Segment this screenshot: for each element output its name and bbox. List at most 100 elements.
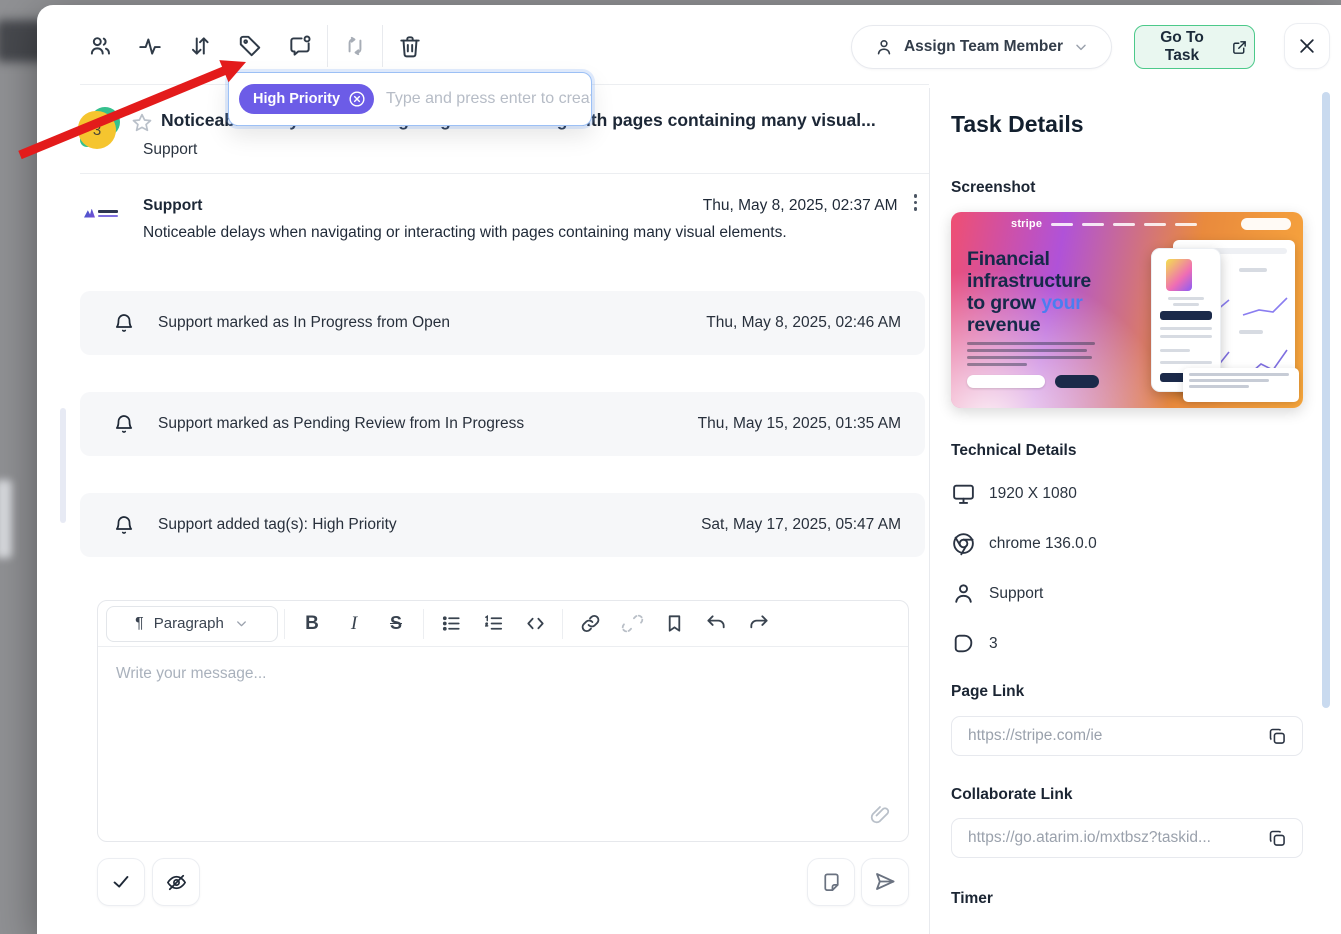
person-icon bbox=[874, 37, 894, 57]
sort-arrows-icon bbox=[187, 33, 213, 59]
user-icon bbox=[951, 581, 976, 606]
task-screenshot-preview[interactable]: stripe Financial infrastructure to grow … bbox=[951, 212, 1303, 408]
tag-button[interactable] bbox=[225, 24, 275, 68]
backdrop-light-element bbox=[0, 480, 12, 558]
resolve-button[interactable] bbox=[97, 858, 145, 906]
copy-collaborate-link-button[interactable] bbox=[1265, 826, 1290, 851]
bold-button[interactable]: B bbox=[292, 606, 332, 642]
technical-details-label: Technical Details bbox=[951, 442, 1076, 460]
notification-text: Support marked as Pending Review from In… bbox=[158, 415, 698, 433]
monitor-icon bbox=[951, 481, 976, 506]
message-placeholder: Write your message... bbox=[116, 665, 266, 683]
task-author: Support bbox=[143, 141, 197, 159]
bell-icon bbox=[112, 513, 136, 537]
hero-start-button bbox=[1055, 375, 1099, 388]
undo-button[interactable] bbox=[696, 606, 736, 642]
task-details-panel: Task Details Screenshot stripe Financial… bbox=[930, 5, 1341, 934]
collaborate-link-input[interactable]: https://go.atarim.io/mxtbsz?taskid... bbox=[951, 818, 1303, 858]
swap-button bbox=[330, 24, 380, 68]
code-button[interactable] bbox=[515, 606, 555, 642]
star-icon bbox=[130, 111, 154, 135]
company-logo-icon bbox=[84, 209, 95, 218]
pilcrow-icon: ¶ bbox=[135, 615, 144, 633]
notification-text: Support added tag(s): High Priority bbox=[158, 516, 701, 534]
toolbar-separator bbox=[327, 25, 328, 67]
bookmark-button[interactable] bbox=[654, 606, 694, 642]
sticky-note-icon bbox=[820, 871, 843, 894]
notification-text: Support marked as In Progress from Open bbox=[158, 314, 706, 332]
collaborate-link-label: Collaborate Link bbox=[951, 786, 1072, 804]
send-icon bbox=[873, 870, 897, 894]
circle-x-icon bbox=[347, 89, 367, 109]
paragraph-style-dropdown[interactable]: ¶ Paragraph bbox=[106, 606, 278, 642]
hero-paragraph-lines bbox=[967, 342, 1095, 366]
page-link-input[interactable]: https://stripe.com/ie bbox=[951, 716, 1303, 756]
collaborators-button[interactable] bbox=[75, 24, 125, 68]
bookmark-icon bbox=[663, 612, 686, 635]
strikethrough-button[interactable]: S bbox=[376, 606, 416, 642]
copy-icon bbox=[1267, 726, 1288, 747]
copy-page-link-button[interactable] bbox=[1265, 724, 1290, 749]
delete-task-button[interactable] bbox=[385, 24, 435, 68]
sidebar-scrollbar-thumb[interactable] bbox=[1322, 92, 1330, 708]
chevron-down-icon bbox=[234, 616, 249, 631]
check-icon bbox=[110, 871, 132, 893]
task-toolbar bbox=[75, 22, 435, 70]
comment-message: Noticeable delays when navigating or int… bbox=[143, 224, 919, 242]
tag-chip: High Priority bbox=[239, 84, 374, 114]
page-link-value: https://stripe.com/ie bbox=[968, 727, 1265, 745]
redo-button[interactable] bbox=[738, 606, 778, 642]
favorite-star-button[interactable] bbox=[130, 111, 154, 135]
unlink-icon bbox=[621, 612, 644, 635]
activity-button[interactable] bbox=[125, 24, 175, 68]
eye-off-icon bbox=[165, 871, 188, 894]
comment-status-button[interactable] bbox=[275, 24, 325, 68]
link-button[interactable] bbox=[570, 606, 610, 642]
bell-icon bbox=[112, 311, 136, 335]
italic-button[interactable]: I bbox=[334, 606, 374, 642]
editor-toolbar: ¶ Paragraph B I S bbox=[98, 601, 908, 647]
comment-timestamp: Thu, May 8, 2025, 02:37 AM bbox=[703, 190, 898, 215]
notification-row: Support marked as Pending Review from In… bbox=[80, 392, 925, 456]
unlink-button[interactable] bbox=[612, 606, 652, 642]
hero-navbar: stripe bbox=[951, 212, 1303, 236]
reporter-value: Support bbox=[989, 585, 1043, 603]
chrome-icon bbox=[951, 531, 976, 556]
notification-time: Thu, May 8, 2025, 02:46 AM bbox=[706, 314, 901, 332]
stripe-logo: stripe bbox=[1011, 218, 1042, 230]
send-button[interactable] bbox=[861, 858, 909, 906]
bullet-list-icon bbox=[440, 612, 463, 635]
paperclip-icon bbox=[868, 803, 892, 827]
browser-row: chrome 136.0.0 bbox=[951, 531, 1097, 556]
collaborate-link-value: https://go.atarim.io/mxtbsz?taskid... bbox=[968, 829, 1265, 847]
sort-button[interactable] bbox=[175, 24, 225, 68]
attach-file-button[interactable] bbox=[868, 803, 892, 827]
tag-chip-label: High Priority bbox=[253, 91, 340, 107]
tag-input-popup[interactable]: High Priority Type and press enter to cr… bbox=[228, 72, 592, 126]
label-icon bbox=[951, 631, 976, 656]
screenshot-label: Screenshot bbox=[951, 179, 1035, 197]
swap-icon bbox=[342, 33, 368, 59]
editor-separator bbox=[284, 609, 285, 639]
note-button[interactable] bbox=[807, 858, 855, 906]
content-scrollbar-thumb[interactable] bbox=[60, 408, 66, 523]
code-icon bbox=[524, 612, 547, 635]
bell-icon bbox=[112, 412, 136, 436]
notification-row: Support marked as In Progress from Open … bbox=[80, 291, 925, 355]
task-count-avatar: 3 bbox=[78, 107, 120, 149]
link-icon bbox=[579, 612, 602, 635]
internal-note-visibility-button[interactable] bbox=[152, 858, 200, 906]
comment-author: Support bbox=[143, 190, 202, 215]
reporter-row: Support bbox=[951, 581, 1043, 606]
bullet-list-button[interactable] bbox=[431, 606, 471, 642]
hero-heading: Financial infrastructure to grow your re… bbox=[967, 248, 1091, 336]
comment-status-icon bbox=[287, 33, 313, 59]
notification-time: Thu, May 15, 2025, 01:35 AM bbox=[698, 415, 901, 433]
editor-separator bbox=[562, 609, 563, 639]
bold-icon: B bbox=[305, 613, 319, 635]
message-input-area[interactable]: Write your message... bbox=[98, 647, 908, 841]
remove-tag-button[interactable] bbox=[347, 89, 367, 109]
ordered-list-button[interactable] bbox=[473, 606, 513, 642]
comment-menu-button[interactable] bbox=[912, 190, 920, 215]
task-modal: Assign Team Member Go To Task 3 Noticeab… bbox=[37, 5, 1341, 934]
